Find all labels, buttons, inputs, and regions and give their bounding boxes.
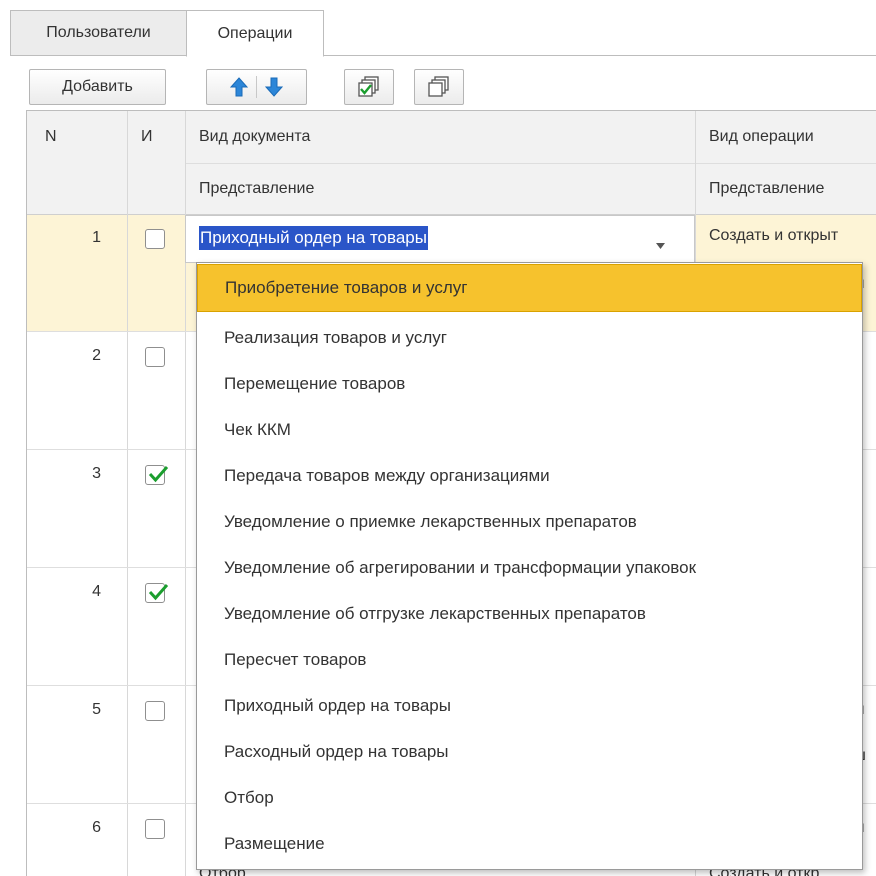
move-buttons [206, 69, 307, 105]
dropdown-arrow-icon[interactable] [656, 236, 665, 254]
dropdown-item[interactable]: Чек ККМ [197, 407, 862, 453]
col-header-i[interactable]: И [127, 111, 185, 163]
dropdown-item[interactable]: Уведомление об агрегировании и трансформ… [197, 545, 862, 591]
dropdown-item-selected[interactable]: Приобретение товаров и услуг [197, 264, 862, 312]
col-header-op-repr[interactable]: Представление [695, 163, 876, 215]
dropdown-item[interactable]: Передача товаров между организациями [197, 453, 862, 499]
col-header-doc-type-label: Вид документа [199, 128, 311, 145]
row-checkbox-checked[interactable] [145, 465, 169, 485]
add-button[interactable]: Добавить [29, 69, 166, 105]
col-header-op-type[interactable]: Вид операции [695, 111, 876, 163]
move-up-icon[interactable] [230, 77, 248, 97]
row-number: 6 [92, 819, 101, 836]
dropdown-item[interactable]: Уведомление о приемке лекарственных преп… [197, 499, 862, 545]
doc-type-dropdown-list: Приобретение товаров и услуг Реализация … [196, 262, 863, 870]
uncheck-all-button[interactable] [414, 69, 464, 105]
dropdown-item[interactable]: Уведомление об отгрузке лекарственных пр… [197, 591, 862, 637]
row-number: 4 [92, 583, 101, 600]
row-number: 2 [92, 347, 101, 364]
dropdown-item[interactable]: Приходный ордер на товары [197, 683, 862, 729]
tab-operations-label: Операции [217, 24, 293, 42]
col-header-doc-repr[interactable]: Представление [185, 163, 695, 215]
row-number: 5 [92, 701, 101, 718]
row-checkbox[interactable] [145, 229, 165, 249]
col-header-doc-type[interactable]: Вид документа [185, 111, 695, 163]
dropdown-item[interactable]: Расходный ордер на товары [197, 729, 862, 775]
col-header-n[interactable]: N [27, 111, 127, 163]
row-checkbox-checked[interactable] [145, 583, 169, 603]
add-button-label: Добавить [62, 78, 133, 95]
row-checkbox[interactable] [145, 819, 165, 839]
col-header-n-label: N [45, 128, 57, 145]
op-type-cell[interactable]: Создать и открыт [709, 227, 838, 245]
dropdown-item[interactable]: Размещение [197, 821, 862, 867]
check-icon [148, 466, 169, 483]
check-all-icon [357, 75, 381, 99]
col-header-op-repr-label: Представление [709, 180, 825, 197]
move-down-icon[interactable] [265, 77, 283, 97]
col-header-doc-repr-label: Представление [199, 180, 315, 197]
row-checkbox[interactable] [145, 701, 165, 721]
col-header-i-label: И [141, 128, 153, 145]
doc-type-input-value: Приходный ордер на товары [199, 226, 428, 250]
row-checkbox[interactable] [145, 347, 165, 367]
toolbar-separator [256, 76, 257, 98]
row-number: 1 [92, 229, 101, 246]
check-icon [148, 584, 169, 601]
check-all-button[interactable] [344, 69, 394, 105]
col-divider [127, 111, 128, 876]
doc-type-input[interactable]: Приходный ордер на товары [185, 215, 695, 263]
col-header-op-type-label: Вид операции [709, 128, 814, 145]
header-divider [185, 163, 876, 164]
dropdown-item[interactable]: Перемещение товаров [197, 361, 862, 407]
uncheck-all-icon [427, 75, 451, 99]
tab-operations[interactable]: Операции [186, 10, 324, 57]
tab-users-label: Пользователи [46, 24, 151, 41]
dropdown-item[interactable]: Пересчет товаров [197, 637, 862, 683]
dropdown-item[interactable]: Отбор [197, 775, 862, 821]
dropdown-item[interactable]: Реализация товаров и услуг [197, 315, 862, 361]
tab-users[interactable]: Пользователи [10, 10, 187, 56]
row-number: 3 [92, 465, 101, 482]
